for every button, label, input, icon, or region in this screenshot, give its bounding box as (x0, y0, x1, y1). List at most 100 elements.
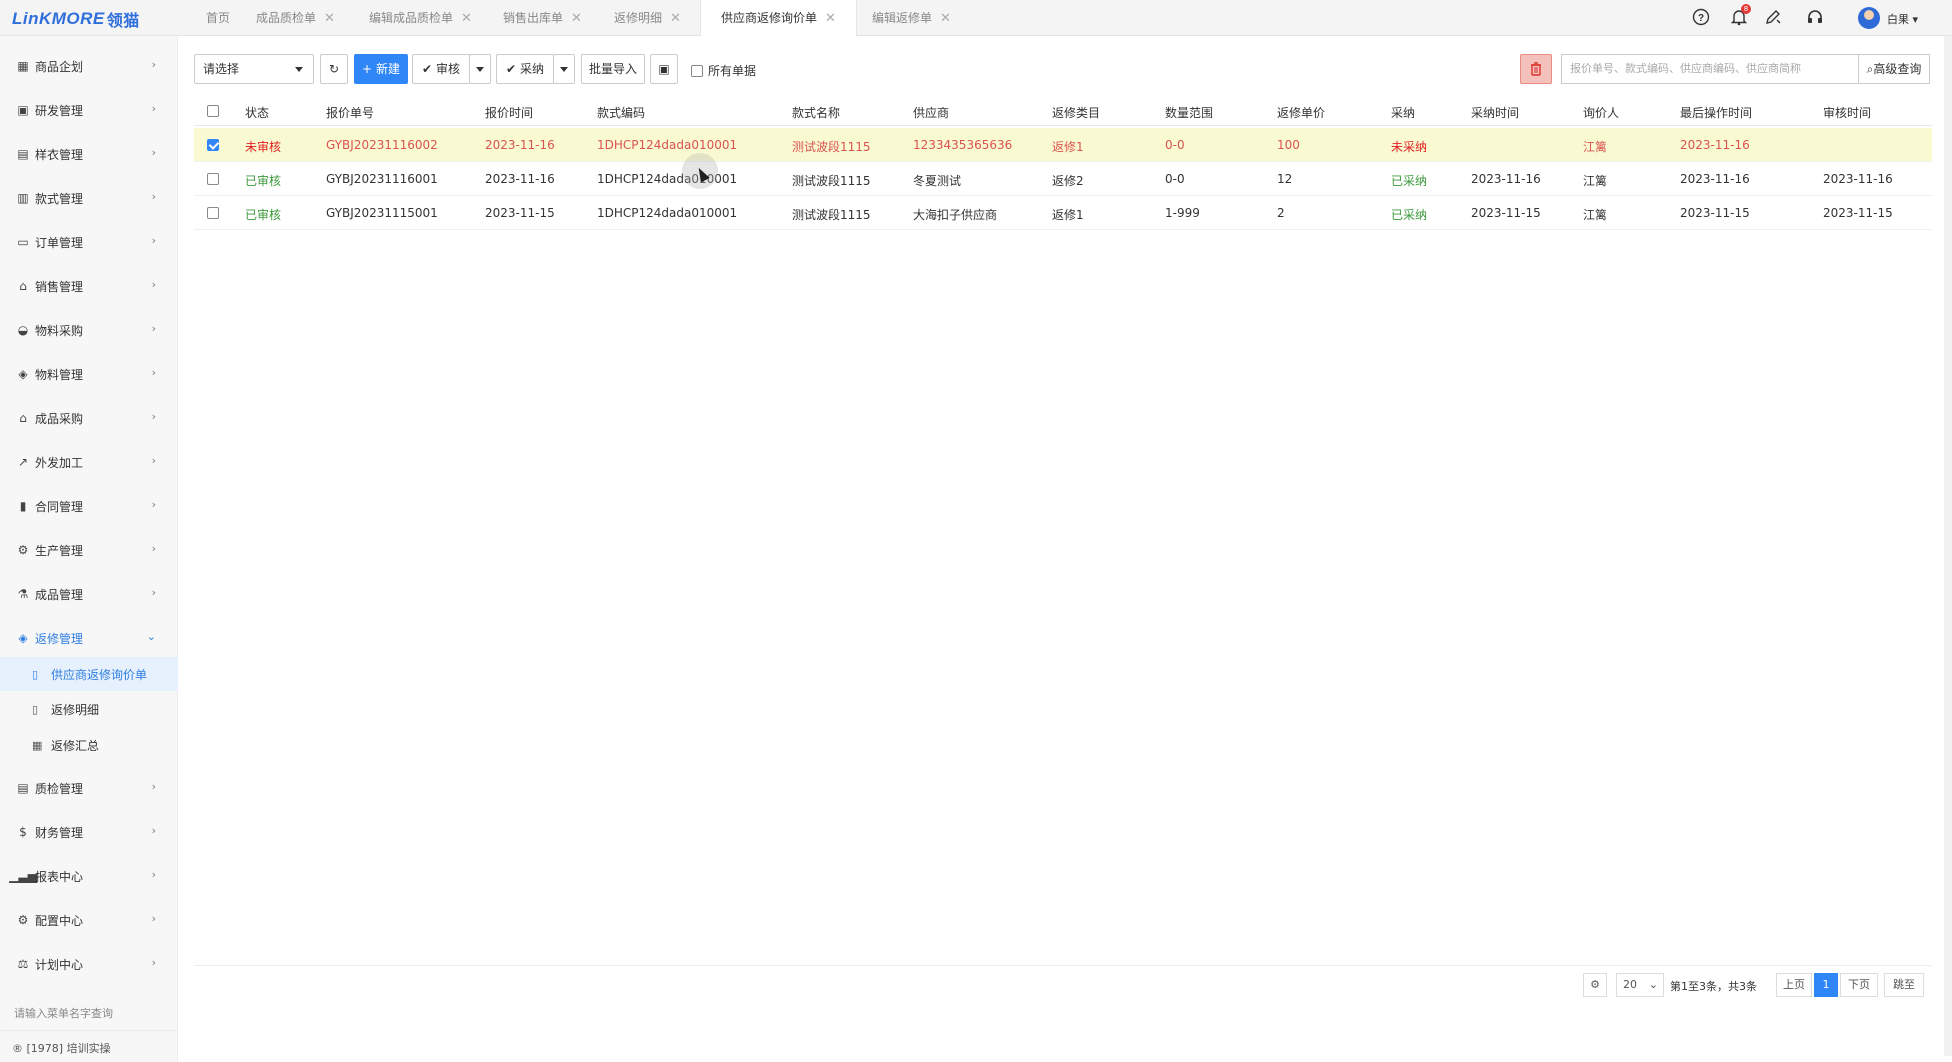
cell-qty-range: 0-0 (1165, 138, 1185, 152)
delete-button[interactable] (1520, 54, 1552, 84)
table-row[interactable]: 已审核 GYBJ20231115001 2023-11-15 1DHCP124d… (194, 196, 1932, 230)
audit-dropdown-button[interactable] (469, 54, 491, 84)
tab-repair-detail[interactable]: 返修明细 ✕ (604, 0, 691, 36)
help-icon[interactable]: ? (1691, 8, 1711, 28)
app-logo[interactable]: LinKMORE 领猫 (12, 8, 140, 30)
column-header[interactable]: 状态 (245, 104, 269, 121)
edit-pen-icon[interactable] (1763, 8, 1783, 28)
column-header[interactable]: 款式名称 (792, 104, 840, 121)
menu-search-input[interactable]: 请输入菜单名字查询 (14, 1005, 113, 1021)
jump-page-button[interactable]: 跳至 (1884, 973, 1924, 997)
sidebar-item-material[interactable]: ◈ 物料管理 › (0, 352, 178, 396)
gears-icon: ⚙ (17, 913, 29, 927)
audit-button[interactable]: ✔ 审核 (412, 54, 470, 84)
row-checkbox[interactable] (207, 139, 219, 151)
refresh-button[interactable]: ↻ (320, 54, 348, 84)
tab-home[interactable]: 首页 (194, 0, 242, 36)
column-header[interactable]: 报价单号 (326, 104, 374, 121)
column-header[interactable]: 返修类目 (1052, 104, 1100, 121)
sidebar-item-config[interactable]: ⚙ 配置中心 › (0, 898, 178, 942)
sidebar-subitem-label: 返修明细 (51, 702, 100, 717)
close-icon[interactable]: ✕ (670, 11, 681, 26)
column-header[interactable]: 审核时间 (1823, 104, 1871, 121)
image-icon: ▣ (17, 103, 29, 117)
row-checkbox[interactable] (207, 207, 219, 219)
chevron-down-icon: ⌄ (146, 630, 156, 643)
tab-finished-qc[interactable]: 成品质检单 ✕ (246, 0, 345, 36)
close-icon[interactable]: ✕ (940, 11, 951, 26)
next-page-button[interactable]: 下页 (1840, 973, 1878, 997)
table-settings-button[interactable]: ⚙ (1583, 973, 1607, 997)
adopt-button[interactable]: ✔ 采纳 (496, 54, 554, 84)
table-row[interactable]: 未审核 GYBJ20231116002 2023-11-16 1DHCP124d… (194, 128, 1932, 162)
tab-edit-finished-qc[interactable]: 编辑成品质检单 ✕ (359, 0, 482, 36)
sidebar-item-rnd[interactable]: ▣ 研发管理 › (0, 88, 178, 132)
headset-icon[interactable] (1805, 8, 1825, 28)
column-header[interactable]: 返修单价 (1277, 104, 1325, 121)
sidebar-item-finance[interactable]: $ 财务管理 › (0, 810, 178, 854)
bar-chart-icon: ▁▃▅ (9, 869, 37, 883)
sidebar-item-outsourcing[interactable]: ↗ 外发加工 › (0, 440, 178, 484)
filter-select[interactable]: 请选择 (194, 54, 314, 84)
checkbox[interactable] (691, 64, 703, 77)
chevron-right-icon: › (151, 780, 156, 793)
close-icon[interactable]: ✕ (571, 11, 582, 26)
row-checkbox[interactable] (207, 173, 219, 185)
sidebar-item-qc[interactable]: ▤ 质检管理 › (0, 766, 178, 810)
caret-down-icon (295, 67, 303, 72)
cell-quote-no[interactable]: GYBJ20231116001 (326, 172, 438, 186)
sidebar-item-contract[interactable]: ▮ 合同管理 › (0, 484, 178, 528)
page-size-select[interactable]: 20 ⌄ (1616, 973, 1664, 997)
sidebar-item-style[interactable]: ▥ 款式管理 › (0, 176, 178, 220)
batch-import-button[interactable]: 批量导入 (581, 54, 645, 84)
select-all-checkbox[interactable] (207, 105, 219, 117)
column-header[interactable]: 数量范围 (1165, 104, 1213, 121)
page-number-button[interactable]: 1 (1814, 973, 1838, 997)
tab-sales-outbound[interactable]: 销售出库单 ✕ (493, 0, 592, 36)
sidebar-item-sales[interactable]: ⌂ 销售管理 › (0, 264, 178, 308)
close-icon[interactable]: ✕ (461, 11, 472, 26)
column-header[interactable]: 最后操作时间 (1680, 104, 1752, 121)
sidebar-footer[interactable]: ® [1978] 培训实操 (0, 1030, 178, 1062)
all-docs-checkbox[interactable]: 所有单据 (691, 62, 756, 79)
advanced-search-button[interactable]: ⌕高级查询 (1858, 54, 1930, 84)
tab-supplier-repair-inquiry[interactable]: 供应商返修询价单 ✕ (700, 0, 857, 36)
user-menu[interactable]: 白果 ▾ (1887, 11, 1918, 27)
prev-page-button[interactable]: 上页 (1776, 973, 1812, 997)
avatar[interactable] (1858, 7, 1880, 29)
table-row[interactable]: 已审核 GYBJ20231116001 2023-11-16 1DHCP124d… (194, 162, 1932, 196)
sidebar-item-finished-goods[interactable]: ⚗ 成品管理 › (0, 572, 178, 616)
tab-edit-repair[interactable]: 编辑返修单 ✕ (862, 0, 961, 36)
sidebar-item-production[interactable]: ⚙ 生产管理 › (0, 528, 178, 572)
vertical-scrollbar[interactable] (1944, 36, 1952, 1056)
column-header[interactable]: 采纳时间 (1471, 104, 1519, 121)
sidebar-item-sample[interactable]: ▤ 样衣管理 › (0, 132, 178, 176)
column-header[interactable]: 询价人 (1583, 104, 1619, 121)
cell-quote-no[interactable]: GYBJ20231115001 (326, 206, 438, 220)
close-icon[interactable]: ✕ (825, 11, 836, 26)
export-button[interactable]: ▣ (650, 54, 678, 84)
sidebar-item-finished-purchase[interactable]: ⌂ 成品采购 › (0, 396, 178, 440)
close-icon[interactable]: ✕ (324, 11, 335, 26)
column-header[interactable]: 采纳 (1391, 104, 1415, 121)
sidebar-item-order[interactable]: ▭ 订单管理 › (0, 220, 178, 264)
sidebar-subitem-supplier-repair-inquiry[interactable]: ▯ 供应商返修询价单 (0, 657, 178, 691)
search-input[interactable]: 报价单号、款式编码、供应商编码、供应商简称 (1561, 54, 1858, 84)
bell-icon[interactable]: 8 (1729, 4, 1751, 28)
cell-quote-no[interactable]: GYBJ20231116002 (326, 138, 438, 152)
sidebar-subitem-repair-detail[interactable]: ▯ 返修明细 (0, 692, 178, 726)
new-button[interactable]: + 新建 (354, 54, 408, 84)
column-header[interactable]: 供应商 (913, 104, 949, 121)
sidebar-item-reports[interactable]: ▁▃▅ 报表中心 › (0, 854, 178, 898)
column-header[interactable]: 报价时间 (485, 104, 533, 121)
sidebar-item-repair[interactable]: ◈ 返修管理 ⌄ (0, 616, 178, 660)
column-header[interactable]: 款式编码 (597, 104, 645, 121)
sidebar-item-product-planning[interactable]: ▦ 商品企划 › (0, 44, 178, 88)
sidebar-subitem-repair-summary[interactable]: ▦ 返修汇总 (0, 728, 178, 762)
adopt-dropdown-button[interactable] (553, 54, 575, 84)
bank-icon: ⌂ (19, 279, 27, 293)
keyboard-icon: ▤ (17, 781, 29, 795)
basket-icon: ◒ (17, 323, 29, 337)
sidebar-item-material-purchase[interactable]: ◒ 物料采购 › (0, 308, 178, 352)
sidebar-item-planning[interactable]: ⚖ 计划中心 › (0, 942, 178, 986)
